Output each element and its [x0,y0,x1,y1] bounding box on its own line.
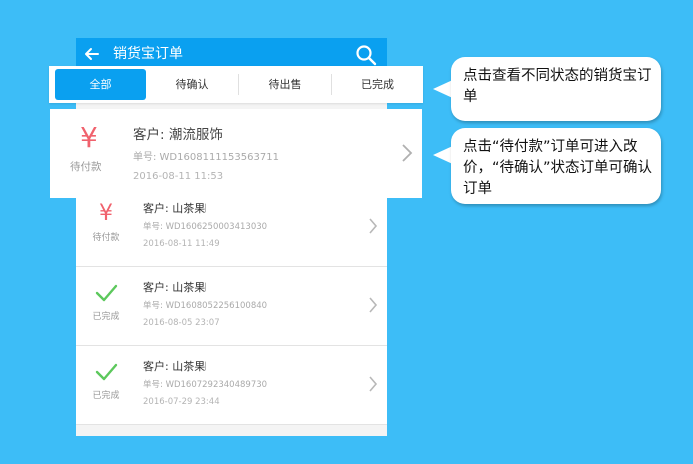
yen-icon: ¥ [80,121,98,154]
order-row[interactable]: 已完成 客户: 山茶果𝄀 单号: WD1608052256100840 2016… [76,267,387,346]
order-customer: 客户: 潮流服饰 [133,127,223,143]
tab-pending-confirm[interactable]: 待确认 [146,66,238,103]
callout-text: 点击“待付款”订单可进入改价，“待确认”状态订单可确认订单 [463,139,653,197]
order-number: 单号: WD1607292340489730 [143,380,268,390]
order-number: 单号: WD1608052256100840 [143,301,268,311]
page-title: 销货宝订单 [113,46,183,62]
status-tabs: 全部 待确认 待出售 已完成 [49,66,423,103]
tab-all[interactable]: 全部 [55,69,146,100]
order-row[interactable]: 已完成 客户: 山茶果𝄀 单号: WD1607292340489730 2016… [76,346,387,425]
highlighted-order-row[interactable]: ¥ 待付款 客户: 潮流服饰 单号: WD1608111153563711 20… [50,109,422,198]
order-status: 已完成 [92,391,120,401]
callout-text: 点击查看不同状态的销货宝订单 [463,68,652,105]
check-icon [95,284,118,302]
yen-icon: ¥ [99,201,113,226]
order-number: 单号: WD1606250003413030 [143,222,268,232]
check-icon [95,363,118,381]
back-arrow-icon[interactable] [82,44,102,64]
order-list: ¥ 待付款 客户: 山茶果𝄀 单号: WD1606250003413030 20… [76,188,387,425]
order-date: 2016-08-05 23:07 [143,318,220,328]
order-row[interactable]: ¥ 待付款 客户: 山茶果𝄀 单号: WD1606250003413030 20… [76,188,387,267]
order-date: 2016-08-11 11:53 [133,171,224,182]
order-customer: 客户: 山茶果𝄀 [143,360,206,373]
order-date: 2016-07-29 23:44 [143,397,220,407]
order-status: 已完成 [92,312,120,322]
chevron-right-icon [369,376,378,392]
order-customer: 客户: 山茶果𝄀 [143,202,206,215]
order-customer: 客户: 山茶果𝄀 [143,281,206,294]
order-status: 待付款 [70,161,102,173]
chevron-right-icon [402,144,413,162]
order-status: 待付款 [92,233,120,243]
order-number: 单号: WD1608111153563711 [133,152,279,163]
tab-completed[interactable]: 已完成 [332,66,423,103]
search-icon[interactable] [355,44,377,66]
callout-tabs: 点击查看不同状态的销货宝订单 [451,57,661,121]
chevron-right-icon [369,218,378,234]
order-date: 2016-08-11 11:49 [143,239,220,249]
chevron-right-icon [369,297,378,313]
tab-pending-sale[interactable]: 待出售 [239,66,331,103]
callout-order: 点击“待付款”订单可进入改价，“待确认”状态订单可确认订单 [451,128,661,204]
